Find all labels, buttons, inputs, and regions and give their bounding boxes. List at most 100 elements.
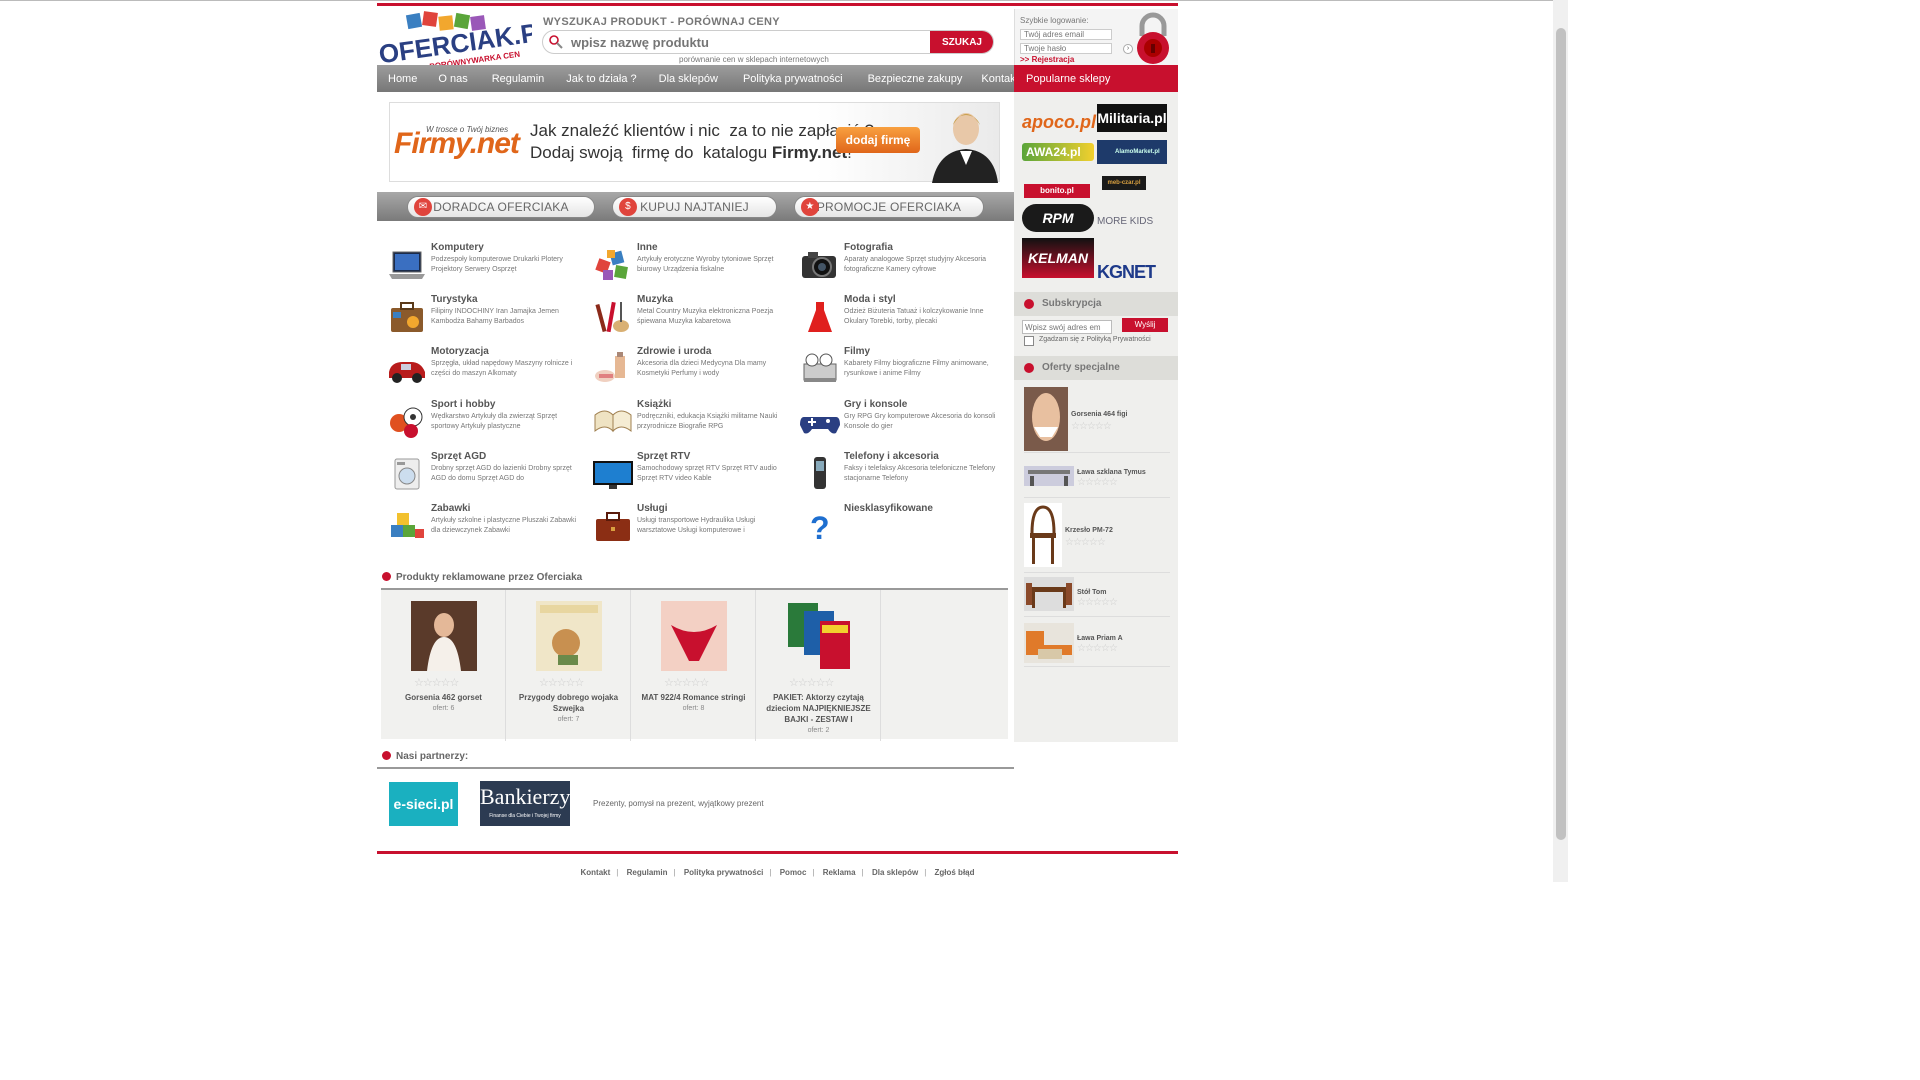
rating-stars: ☆☆☆☆☆ [1065, 537, 1106, 548]
bullet-icon [382, 572, 391, 581]
footer-link-terms[interactable]: Regulamin [627, 868, 668, 877]
category-niesklasyfikowane[interactable]: ? Niesklasyfikowane [800, 503, 1000, 549]
product-card[interactable]: ☆☆☆☆☆ MAT 922/4 Romance stringi ofert: 8 [631, 590, 756, 741]
register-link[interactable]: >> Rejestracja [1020, 55, 1074, 64]
shop-logo-awa24[interactable]: AWA24.pl [1022, 143, 1094, 161]
nav-for-shops[interactable]: Dla sklepów [659, 73, 718, 85]
nav-about[interactable]: O nas [438, 73, 467, 85]
partners-text[interactable]: Prezenty, pomysł na prezent, wyjątkowy p… [593, 799, 764, 808]
category-zdrowie[interactable]: Zdrowie i uroda Akcesoria dla dzieci Medy… [593, 346, 793, 392]
tab-advisor[interactable]: ✉ DORADCA OFERCIAKA [407, 196, 595, 218]
special-offer-item[interactable]: Ława szklana Tymus ☆☆☆☆☆ [1024, 460, 1170, 498]
category-motoryzacja[interactable]: Motoryzacja Sprzęgła, układ napędowy Masz… [387, 346, 587, 392]
shop-logo-militaria[interactable]: Militaria.pl [1097, 104, 1167, 132]
tab-buy-cheapest[interactable]: $ KUPUJ NAJTANIEJ [612, 196, 777, 218]
gamepad-icon [800, 417, 840, 434]
nav-home[interactable]: Home [388, 73, 417, 85]
category-sport[interactable]: Sport i hobby Wędkarstwo Artykuły dla zwi… [387, 399, 587, 445]
ads-products: ☆☆☆☆☆ Gorsenia 462 gorset ofert: 6 ☆☆☆☆☆ … [381, 588, 1008, 741]
banner-person-image [932, 113, 998, 183]
category-filmy[interactable]: Filmy Kabarety Filmy biograficzne Filmy a… [800, 346, 1000, 392]
footer: Kontakt | Regulamin | Polityka prywatności… [377, 851, 1178, 877]
nav-safe-shopping[interactable]: Bezpieczne zakupy [868, 73, 963, 85]
shop-logo-alamomarket[interactable]: AlamoMarket.pl [1097, 140, 1167, 164]
login-submit-button[interactable]: › [1123, 44, 1133, 54]
browser-top-line [0, 0, 1568, 1]
scrollbar-thumb[interactable] [1556, 28, 1566, 840]
special-offer-image [1024, 577, 1074, 611]
rating-stars: ☆☆☆☆☆ [789, 677, 834, 689]
laptop-icon [389, 251, 425, 279]
category-rtv[interactable]: Sprzęt RTV Samochodowy sprzęt RTV Sprzęt … [593, 451, 793, 497]
rating-stars: ☆☆☆☆☆ [1077, 643, 1118, 654]
category-fotografia[interactable]: Fotografia Aparaty analogowe Sprzęt study… [800, 242, 1000, 288]
subscription-header: Subskrypcja [1014, 292, 1178, 316]
nav-terms[interactable]: Regulamin [492, 73, 545, 85]
category-komputery[interactable]: Komputery Podzespoły komputerowe Drukarki… [387, 242, 587, 288]
chat-bubble-icon: ✉ [414, 198, 432, 216]
briefcase-icon [596, 512, 630, 541]
product-image [788, 603, 850, 669]
search-button[interactable]: SZUKAJ [930, 31, 993, 53]
category-inne[interactable]: Inne Artykuły erotyczne Wyroby tytoniowe … [593, 242, 793, 288]
shop-logo-rpm[interactable]: RPM [1022, 204, 1094, 232]
category-uslugi[interactable]: Usługi Usługi transportowe Hydraulika Usł… [593, 503, 793, 549]
product-card[interactable]: ☆☆☆☆☆ Gorsenia 462 gorset ofert: 6 [381, 590, 506, 741]
partners-title: Nasi partnerzy: [382, 751, 468, 762]
product-card[interactable]: ☆☆☆☆☆ Przygody dobrego wojaka Szwejka ofe… [506, 590, 631, 741]
search-input[interactable] [571, 34, 931, 50]
firmy-net-banner[interactable]: W trosce o Twój biznes Firmy.net Jak zna… [389, 102, 1000, 183]
cosmetics-icon [595, 352, 625, 382]
subscription-send-button[interactable]: Wyślij [1122, 318, 1168, 332]
agree-checkbox[interactable] [1024, 336, 1034, 346]
category-gry[interactable]: Gry i konsole Gry RPG Gry komputerowe Akc… [800, 399, 1000, 445]
shop-logo-kelman[interactable]: KELMAN [1022, 238, 1094, 278]
login-password-field[interactable] [1020, 43, 1112, 54]
special-offer-image [1024, 466, 1074, 486]
login-title: Szybkie logowanie: [1020, 16, 1089, 25]
partner-e-sieci[interactable]: e-sieci.pl [389, 782, 458, 826]
special-offer-item[interactable]: Gorsenia 464 figi ☆☆☆☆☆ [1024, 387, 1170, 453]
shop-logo-meb-czar[interactable]: meb-czar.pl [1102, 176, 1146, 190]
category-moda[interactable]: Moda i styl Odzież Biżuteria Tatuaż i kol… [800, 294, 1000, 340]
footer-link-contact[interactable]: Kontakt [581, 868, 611, 877]
shop-logo-bonito[interactable]: bonito.pl [1024, 184, 1090, 198]
category-muzyka[interactable]: Muzyka Metal Country Muzyka elektroniczna… [593, 294, 793, 340]
footer-link-help[interactable]: Pomoc [780, 868, 807, 877]
shop-logo-apoco[interactable]: apoco.pl [1022, 112, 1096, 133]
category-ksiazki[interactable]: Książki Podręczniki, edukacja Książki mil… [593, 399, 793, 445]
special-offer-name: Krzesło PM-72 [1065, 527, 1113, 534]
footer-link-report-bug[interactable]: Zgłoś błąd [935, 868, 975, 877]
nav-how-it-works[interactable]: Jak to działa ? [566, 73, 636, 85]
padlock-icon [1137, 12, 1169, 64]
nav-privacy[interactable]: Polityka prywatności [743, 73, 843, 85]
tab-promotions[interactable]: ★ PROMOCJE OFERCIAKA [794, 196, 984, 218]
special-offer-image [1024, 387, 1068, 451]
shop-logo-kgnet[interactable]: KGNET [1097, 262, 1156, 283]
feature-tab-bar: ✉ DORADCA OFERCIAKA $ KUPUJ NAJTANIEJ ★ PRO… [377, 192, 1014, 221]
guitar-icon [595, 301, 629, 333]
site-logo[interactable]: OFERCIAK.PL PORÓWNYWARKA CEN [377, 10, 556, 71]
cubes-icon [595, 250, 628, 280]
bullet-icon [1024, 363, 1034, 373]
special-offer-item[interactable]: Krzesło PM-72 ☆☆☆☆☆ [1024, 503, 1170, 573]
subscription-email-field[interactable] [1022, 320, 1112, 334]
shop-logo-more-kids[interactable]: MORE KIDS [1097, 216, 1153, 227]
category-telefony[interactable]: Telefony i akcesoria Faksy i telefaksy Ak… [800, 451, 1000, 497]
login-email-field[interactable] [1020, 29, 1112, 40]
category-zabawki[interactable]: Zabawki Artykuły szkolne i plastyczne Plu… [387, 503, 587, 549]
category-agd[interactable]: Sprzęt AGD Drobny sprzęt AGD do łazienki … [387, 451, 587, 497]
rating-stars: ☆☆☆☆☆ [539, 677, 584, 689]
footer-link-privacy[interactable]: Polityka prywatności [684, 868, 764, 877]
footer-link-for-shops[interactable]: Dla sklepów [872, 868, 918, 877]
phone-icon [814, 457, 826, 489]
rating-stars: ☆☆☆☆☆ [664, 677, 709, 689]
product-card[interactable]: ☆☆☆☆☆ PAKIET: Aktorzy czytają dzieciom N… [756, 590, 881, 741]
footer-link-ads[interactable]: Reklama [823, 868, 856, 877]
special-offer-item[interactable]: Stół Tom ☆☆☆☆☆ [1024, 577, 1170, 617]
special-offer-item[interactable]: Ława Priam A ☆☆☆☆☆ [1024, 623, 1170, 667]
partner-bankierzy[interactable]: Bankierzy Finanse dla Ciebie i Twojej fi… [480, 781, 570, 826]
category-turystyka[interactable]: Turystyka Filipiny INDOCHINY Iran Jamajka… [387, 294, 587, 340]
add-company-button[interactable]: dodaj firmę [836, 127, 920, 153]
star-icon: ★ [801, 198, 819, 216]
